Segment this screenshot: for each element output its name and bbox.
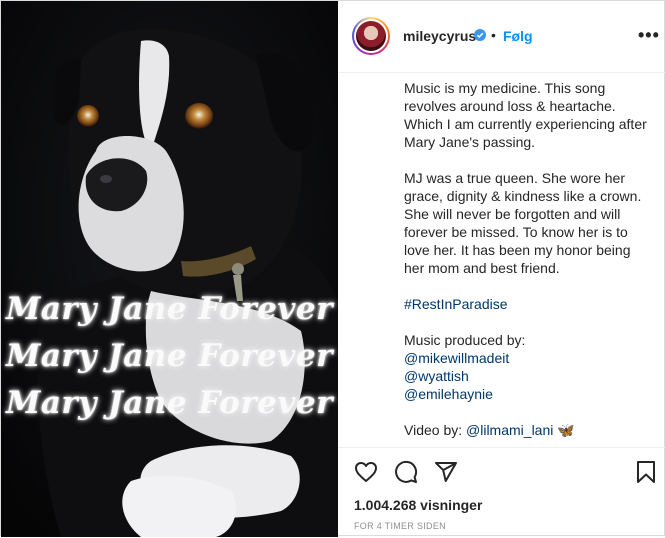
butterfly-emoji: 🦋 (557, 422, 575, 438)
avatar-image (356, 21, 386, 51)
follow-button[interactable]: Følg (503, 28, 533, 44)
mention-link-wyattish[interactable]: @wyattish (404, 367, 654, 385)
more-options-button[interactable]: ••• (638, 25, 660, 46)
verified-badge-icon (474, 29, 486, 41)
comment-icon[interactable] (394, 460, 418, 484)
post-actions: 1.004.268 visninger FOR 4 TIMER SIDEN (338, 447, 665, 538)
post-timestamp[interactable]: FOR 4 TIMER SIDEN (354, 521, 446, 531)
instagram-post: Mary Jane Forever Mary Jane Forever Mary… (0, 0, 665, 537)
mention-link-emilehaynie[interactable]: @emilehaynie (404, 385, 654, 403)
caption-paragraph-1: Music is my medicine. This song revolves… (404, 80, 647, 150)
overlay-text-line-3: Mary Jane Forever (6, 385, 333, 421)
separator-dot: • (491, 27, 496, 43)
caption-paragraph-2: MJ was a true queen. She wore her grace,… (404, 170, 642, 276)
post-media[interactable]: Mary Jane Forever Mary Jane Forever Mary… (1, 1, 338, 537)
bookmark-icon[interactable] (634, 460, 658, 484)
mention-link-lilmami-lani[interactable]: @lilmami_lani (466, 422, 553, 438)
overlay-text-line-2: Mary Jane Forever (6, 338, 333, 374)
produced-by-label: Music produced by: (404, 332, 526, 348)
post-header: mileycyrus • Følg ••• (338, 1, 665, 73)
username-link[interactable]: mileycyrus (403, 28, 476, 44)
avatar[interactable] (352, 17, 390, 55)
mention-link-mikewillmadeit[interactable]: @mikewillmadeit (404, 349, 654, 367)
post-side-panel: mileycyrus • Følg ••• Music is my medici… (338, 1, 665, 537)
video-by-label: Video by: (404, 422, 467, 438)
post-caption: Music is my medicine. This song revolves… (404, 79, 654, 457)
avatar-frame (354, 19, 388, 53)
share-icon[interactable] (434, 460, 458, 484)
views-count[interactable]: 1.004.268 visninger (354, 497, 482, 513)
overlay-text-line-1: Mary Jane Forever (6, 291, 333, 327)
heart-icon[interactable] (354, 460, 378, 484)
hashtag-link[interactable]: #RestInParadise (404, 295, 654, 313)
dog-photo (1, 1, 338, 537)
